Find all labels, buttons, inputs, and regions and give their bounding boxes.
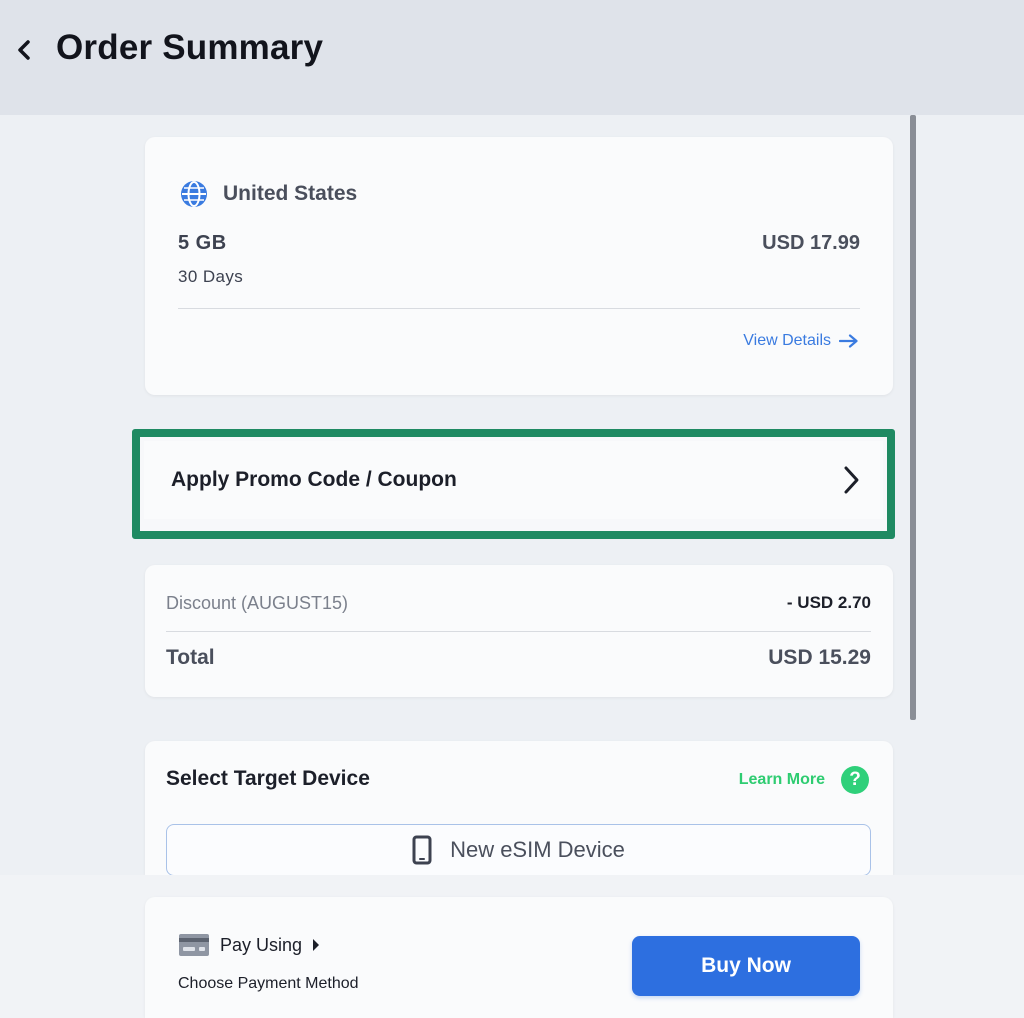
- credit-card-icon: [179, 934, 209, 956]
- discount-value: - USD 2.70: [786, 593, 871, 612]
- pay-using-label: Pay Using: [220, 934, 303, 955]
- plan-data-amount: 5 GB: [178, 232, 227, 254]
- header-bar: Order Summary: [0, 0, 1024, 115]
- payment-method-label: Choose Payment Method: [178, 975, 359, 992]
- page-title: Order Summary: [56, 28, 324, 67]
- divider: [178, 308, 860, 309]
- apply-promo-button[interactable]: Apply Promo Code / Coupon: [144, 441, 883, 519]
- view-details-label: View Details: [743, 332, 831, 349]
- country-name: United States: [223, 182, 358, 205]
- back-button[interactable]: [12, 34, 36, 66]
- pay-using-selector[interactable]: Pay Using: [178, 933, 320, 957]
- plan-card: United States 5 GB 30 Days USD 17.99 Vie…: [145, 137, 893, 395]
- device-section-title: Select Target Device: [166, 767, 370, 790]
- globe-icon: [181, 181, 207, 207]
- divider: [166, 631, 871, 632]
- buy-now-button[interactable]: Buy Now: [632, 936, 860, 996]
- view-details-link[interactable]: View Details: [743, 332, 859, 350]
- country-row: United States: [179, 179, 357, 209]
- promo-highlight-frame: Apply Promo Code / Coupon: [132, 429, 895, 539]
- discount-label: Discount (AUGUST15): [166, 593, 349, 613]
- device-card: Select Target Device Learn More ? New eS…: [145, 741, 893, 876]
- new-esim-device-button[interactable]: New eSIM Device: [166, 824, 871, 876]
- phone-icon: [412, 835, 432, 865]
- device-button-label: New eSIM Device: [450, 837, 625, 862]
- plan-price: USD 17.99: [762, 232, 860, 254]
- chevron-right-icon: [844, 466, 859, 494]
- promo-label: Apply Promo Code / Coupon: [171, 468, 457, 491]
- totals-card: Discount (AUGUST15) - USD 2.70 Total USD…: [145, 565, 893, 697]
- learn-more-link[interactable]: Learn More ?: [739, 766, 869, 794]
- plan-duration: 30 Days: [178, 267, 244, 286]
- payment-card: Pay Using Choose Payment Method Buy Now: [145, 897, 893, 1018]
- question-circle-icon: ?: [841, 766, 869, 794]
- chevron-left-icon: [18, 40, 30, 60]
- learn-more-label: Learn More: [738, 771, 825, 788]
- arrow-right-icon: [839, 334, 858, 348]
- total-value: USD 15.29: [768, 646, 871, 669]
- caret-right-icon: [313, 939, 320, 951]
- total-label: Total: [166, 646, 215, 669]
- scrollbar[interactable]: [910, 115, 916, 720]
